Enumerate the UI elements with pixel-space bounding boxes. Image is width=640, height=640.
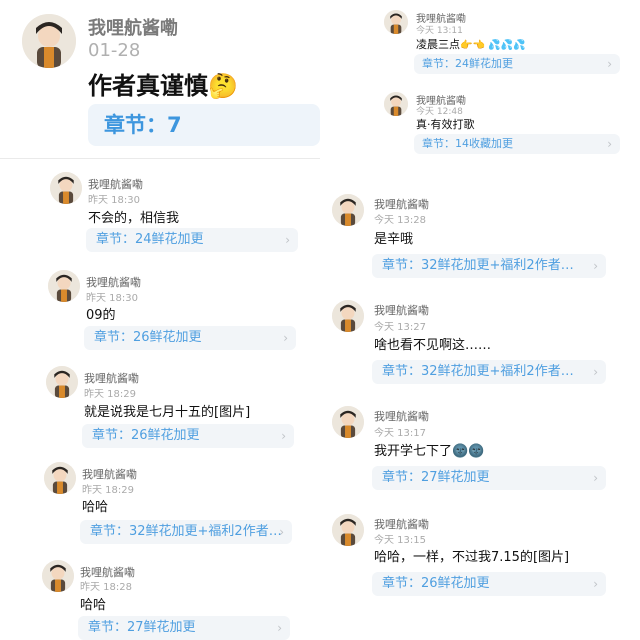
comment-card: 我哩航酱嘞 昨天 18:29 就是说我是七月十五的[图片] 章节：26鲜花加更 › bbox=[0, 364, 320, 454]
comment-time: 昨天 18:29 bbox=[84, 389, 136, 400]
comment-author: 我哩航酱嘞 bbox=[374, 198, 429, 211]
comment-time: 昨天 18:30 bbox=[86, 293, 138, 304]
comment-text: 是辛哦 bbox=[374, 232, 414, 247]
avatar[interactable] bbox=[332, 194, 364, 226]
chapter-label: 章节：32鲜花加更+福利2作者… bbox=[90, 524, 282, 539]
moon-face-icon: 🌚🌚 bbox=[452, 444, 485, 459]
avatar[interactable] bbox=[332, 514, 364, 546]
avatar[interactable] bbox=[44, 462, 76, 494]
comment-time: 昨天 18:29 bbox=[82, 485, 134, 496]
thinking-face-icon: 🤔 bbox=[208, 72, 238, 100]
chapter-link[interactable]: 章节：26鲜花加更 › bbox=[372, 572, 606, 596]
comment-text: 啥也看不见啊这…… bbox=[374, 338, 492, 353]
chevron-right-icon: › bbox=[593, 577, 598, 591]
chevron-right-icon: › bbox=[285, 233, 290, 247]
avatar[interactable] bbox=[384, 10, 408, 34]
comment-card: 我哩航酱嘞 昨天 18:30 09的 章节：26鲜花加更 › bbox=[0, 266, 320, 356]
chevron-right-icon: › bbox=[277, 621, 282, 635]
comment-text: 不会的，相信我 bbox=[88, 211, 180, 226]
avatar[interactable] bbox=[332, 406, 364, 438]
chapter-link[interactable]: 章节：27鲜花加更 › bbox=[372, 466, 606, 490]
comment-text: 哈哈 bbox=[82, 500, 109, 515]
comment-card: 我哩航酱嘞 昨天 18:30 不会的，相信我 章节：24鲜花加更 › bbox=[0, 170, 320, 260]
chapter-label: 章节：26鲜花加更 bbox=[382, 576, 490, 591]
chevron-right-icon: › bbox=[607, 137, 612, 151]
comment-author: 我哩航酱嘞 bbox=[84, 372, 139, 385]
chapter-label: 章节：32鲜花加更+福利2作者… bbox=[382, 258, 574, 273]
chevron-right-icon: › bbox=[593, 259, 598, 273]
comment-time: 今天 13:28 bbox=[374, 215, 426, 226]
comment-time: 今天 13:11 bbox=[416, 26, 463, 36]
header-date: 01-28 bbox=[88, 40, 141, 61]
comment-card: 我哩航酱嘞 今天 12:48 真·有效打歌 章节：14收藏加更 › bbox=[380, 90, 620, 160]
comment-author: 我哩航酱嘞 bbox=[88, 178, 143, 191]
chevron-right-icon: › bbox=[607, 57, 612, 71]
comment-text: 就是说我是七月十五的[图片] bbox=[84, 405, 251, 420]
comment-author: 我哩航酱嘞 bbox=[374, 304, 429, 317]
chapter-label: 章节：27鲜花加更 bbox=[382, 470, 490, 485]
chevron-right-icon: › bbox=[281, 429, 286, 443]
header-title: 作者真谨慎🤔 bbox=[88, 66, 238, 101]
comment-card: 我哩航酱嘞 昨天 18:28 哈哈 章节：27鲜花加更 › bbox=[0, 556, 320, 640]
comment-time: 昨天 18:30 bbox=[88, 195, 140, 206]
chapter-link[interactable]: 章节：32鲜花加更+福利2作者… › bbox=[372, 254, 606, 278]
comment-author: 我哩航酱嘞 bbox=[86, 276, 141, 289]
header-divider bbox=[0, 158, 320, 159]
chapter-label: 章节：27鲜花加更 bbox=[88, 620, 196, 635]
comment-time: 昨天 18:28 bbox=[80, 582, 132, 593]
chevron-right-icon: › bbox=[283, 331, 288, 345]
comment-text: 我开学七下了🌚🌚 bbox=[374, 440, 484, 459]
chapter-link[interactable]: 章节：24鲜花加更 › bbox=[414, 54, 620, 74]
avatar[interactable] bbox=[48, 270, 80, 302]
header-chapter-button[interactable]: 章节：7 bbox=[88, 104, 320, 146]
comment-time: 今天 13:17 bbox=[374, 428, 426, 439]
comment-author: 我哩航酱嘞 bbox=[374, 518, 429, 531]
comment-time: 今天 13:27 bbox=[374, 322, 426, 333]
chevron-right-icon: › bbox=[279, 525, 284, 539]
header-username: 我哩航酱嘞 bbox=[88, 18, 178, 39]
comment-card: 我哩航酱嘞 今天 13:15 哈哈，一样，不过我7.15的[图片] 章节：26鲜… bbox=[330, 510, 630, 605]
comment-text: 09的 bbox=[86, 308, 116, 323]
chapter-label: 章节：32鲜花加更+福利2作者… bbox=[382, 364, 574, 379]
comment-card: 我哩航酱嘞 今天 13:17 我开学七下了🌚🌚 章节：27鲜花加更 › bbox=[330, 402, 630, 497]
comment-text: 哈哈，一样，不过我7.15的[图片] bbox=[374, 550, 570, 565]
avatar[interactable] bbox=[384, 92, 408, 116]
chapter-label: 章节：24鲜花加更 bbox=[96, 232, 204, 247]
chapter-label: 章节：26鲜花加更 bbox=[94, 330, 202, 345]
chevron-right-icon: › bbox=[593, 365, 598, 379]
chapter-label: 章节：26鲜花加更 bbox=[92, 428, 200, 443]
chapter-link[interactable]: 章节：32鲜花加更+福利2作者… › bbox=[372, 360, 606, 384]
avatar[interactable] bbox=[46, 366, 78, 398]
chapter-label: 章节：14收藏加更 bbox=[422, 137, 513, 150]
comment-text: 真·有效打歌 bbox=[416, 118, 475, 131]
avatar[interactable] bbox=[42, 560, 74, 592]
header-title-text: 作者真谨慎 bbox=[88, 72, 208, 100]
comment-author: 我哩航酱嘞 bbox=[374, 410, 429, 423]
comment-text: 凌晨三点👉👈 💦💦💦 bbox=[416, 36, 525, 52]
header-avatar[interactable] bbox=[22, 14, 76, 68]
comment-text-body: 我开学七下了 bbox=[374, 444, 453, 459]
comment-card: 我哩航酱嘞 今天 13:27 啥也看不见啊这…… 章节：32鲜花加更+福利2作者… bbox=[330, 296, 630, 391]
chevron-right-icon: › bbox=[593, 471, 598, 485]
chapter-link[interactable]: 章节：14收藏加更 › bbox=[414, 134, 620, 154]
comment-time: 今天 13:15 bbox=[374, 535, 426, 546]
avatar[interactable] bbox=[50, 172, 82, 204]
avatar[interactable] bbox=[332, 300, 364, 332]
chapter-link[interactable]: 章节：24鲜花加更 › bbox=[86, 228, 298, 252]
chapter-link[interactable]: 章节：26鲜花加更 › bbox=[84, 326, 296, 350]
comment-card: 我哩航酱嘞 今天 13:11 凌晨三点👉👈 💦💦💦 章节：24鲜花加更 › bbox=[380, 8, 620, 78]
comment-card: 我哩航酱嘞 今天 13:28 是辛哦 章节：32鲜花加更+福利2作者… › bbox=[330, 190, 630, 285]
chapter-link[interactable]: 章节：32鲜花加更+福利2作者… › bbox=[80, 520, 292, 544]
chapter-link[interactable]: 章节：26鲜花加更 › bbox=[82, 424, 294, 448]
comment-author: 我哩航酱嘞 bbox=[82, 468, 137, 481]
comment-text: 哈哈 bbox=[80, 598, 107, 613]
comment-card: 我哩航酱嘞 昨天 18:29 哈哈 章节：32鲜花加更+福利2作者… › bbox=[0, 460, 320, 550]
chapter-label: 章节：24鲜花加更 bbox=[422, 57, 513, 70]
comment-text-body: 凌晨三点 bbox=[416, 38, 460, 51]
chapter-link[interactable]: 章节：27鲜花加更 › bbox=[78, 616, 290, 640]
pointing-fingers-sweat-icon: 👉👈 💦💦💦 bbox=[460, 40, 526, 51]
